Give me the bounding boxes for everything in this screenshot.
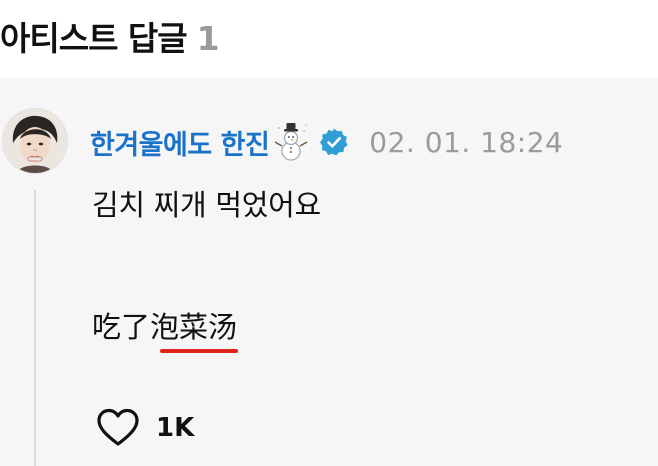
replies-header-label: 아티스트 답글 xyxy=(0,19,188,58)
thread-line xyxy=(34,190,36,466)
replies-header-title: 아티스트 답글 1 xyxy=(0,12,220,60)
heart-outline-icon[interactable] xyxy=(96,408,140,448)
avatar-image xyxy=(3,109,67,173)
comment-author-name[interactable]: 한겨울에도 한진 xyxy=(90,123,270,162)
comment-text-line-1: 김치 찌개 먹었어요 xyxy=(92,188,321,222)
replies-count: 1 xyxy=(196,19,220,58)
artist-reply-comment: 한겨울에도 한진 02. 01. 18:24 김치 찌개 먹었어요 吃了泡菜汤 … xyxy=(0,78,658,466)
comment-timestamp: 02. 01. 18:24 xyxy=(369,125,564,159)
comment-text-line-2: 吃了泡菜汤 xyxy=(92,310,238,344)
snowman-icon xyxy=(271,122,311,162)
red-underline-mark xyxy=(160,349,238,353)
like-row: 1K xyxy=(96,408,194,448)
verified-check-icon xyxy=(319,127,349,157)
replies-header: 아티스트 답글 1 xyxy=(0,0,658,78)
like-count: 1K xyxy=(156,413,195,443)
avatar[interactable] xyxy=(2,108,68,174)
comment-author-row: 한겨울에도 한진 02. 01. 18:24 xyxy=(90,122,563,162)
